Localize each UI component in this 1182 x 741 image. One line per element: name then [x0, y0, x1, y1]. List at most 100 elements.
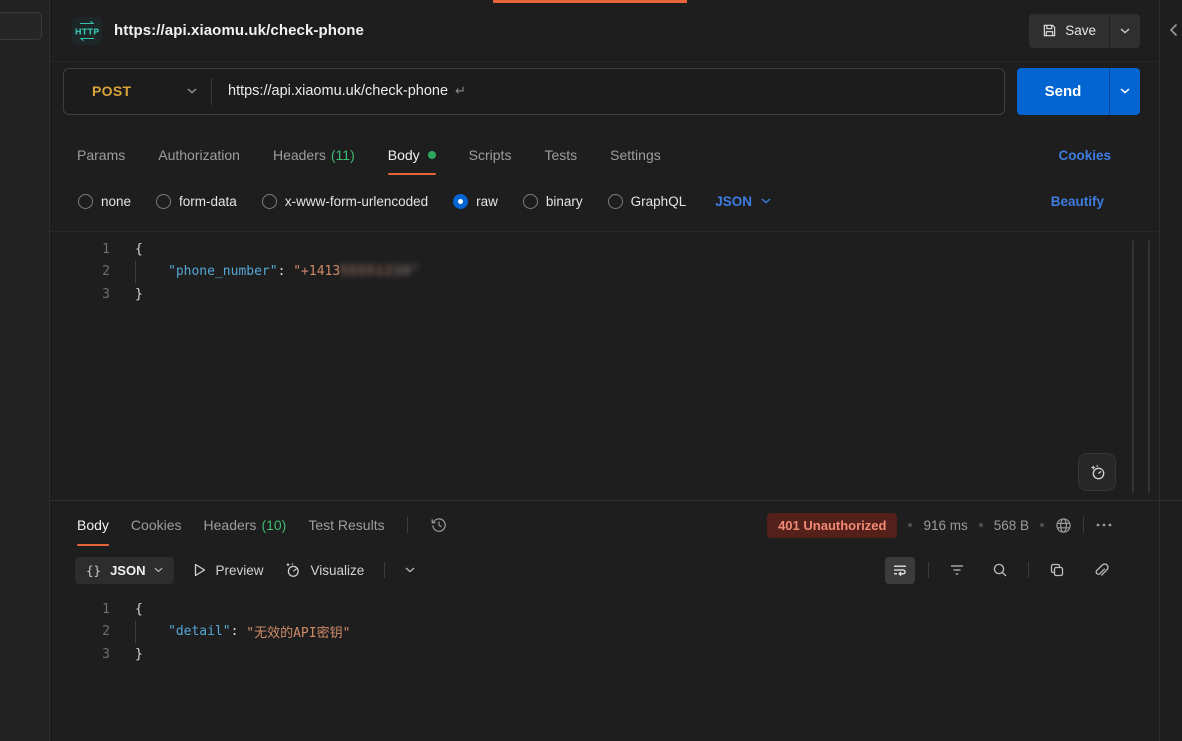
- radio-icon: [608, 194, 623, 209]
- beautify-link[interactable]: Beautify: [1051, 194, 1104, 209]
- radio-label: none: [101, 194, 131, 209]
- body-type-form-data[interactable]: form-data: [156, 194, 237, 209]
- status-badge[interactable]: 401 Unauthorized: [767, 513, 897, 538]
- response-header: Body Cookies Headers(10) Test Results 401 U…: [51, 501, 1159, 549]
- request-tab-scripts[interactable]: Scripts: [469, 132, 512, 178]
- editor-panel-edge: [1148, 240, 1150, 493]
- link-icon[interactable]: [1085, 557, 1115, 584]
- tab-count: (10): [261, 517, 286, 533]
- response-tab-headers[interactable]: Headers(10): [204, 501, 287, 549]
- visualize-button[interactable]: Visualize: [283, 561, 364, 579]
- line-number: 1: [51, 602, 110, 617]
- postbot-assistant-button[interactable]: [1078, 453, 1116, 491]
- token-string: "无效的API密钥": [246, 622, 350, 641]
- response-view-tools: [885, 550, 1115, 590]
- request-url-bar: POST https://api.xiaomu.uk/check-phone ↵…: [51, 62, 1159, 120]
- sidebar-tab-stub[interactable]: [0, 12, 42, 40]
- radio-icon: [156, 194, 171, 209]
- token-string-redacted: 555512: [340, 264, 393, 279]
- tools-divider: [928, 562, 929, 578]
- chevron-down-icon[interactable]: [405, 567, 415, 573]
- save-options-button[interactable]: [1110, 14, 1140, 48]
- url-input[interactable]: https://api.xiaomu.uk/check-phone: [212, 83, 448, 99]
- request-tab-params[interactable]: Params: [77, 132, 125, 178]
- request-tab-authorization[interactable]: Authorization: [158, 132, 240, 178]
- indent-guide: [135, 621, 136, 644]
- save-icon: [1042, 23, 1057, 38]
- token-key: "phone_number": [168, 264, 278, 279]
- response-format-select[interactable]: {} JSON: [75, 557, 174, 584]
- radio-label: binary: [546, 194, 583, 209]
- history-icon[interactable]: [430, 516, 448, 534]
- response-tab-test-results[interactable]: Test Results: [308, 501, 384, 549]
- http-protocol-icon: HTTP: [72, 17, 102, 45]
- radio-icon: [453, 194, 468, 209]
- body-type-binary[interactable]: binary: [523, 194, 583, 209]
- network-globe-icon[interactable]: [1055, 517, 1072, 534]
- body-type-raw[interactable]: raw: [453, 194, 498, 209]
- filter-icon[interactable]: [942, 557, 972, 584]
- response-toolbar: {} JSON Preview Visualize: [51, 550, 1159, 590]
- editor-scrollbar[interactable]: [1132, 240, 1134, 493]
- tab-label: Authorization: [158, 147, 240, 163]
- save-button[interactable]: Save: [1029, 14, 1109, 48]
- token-punct: {: [135, 602, 143, 617]
- code-line: 2"detail": "无效的API密钥": [51, 621, 1159, 644]
- cookies-link[interactable]: Cookies: [1058, 132, 1111, 178]
- radio-icon: [523, 194, 538, 209]
- send-button-label: Send: [1045, 83, 1082, 100]
- body-type-x-www-form-urlencoded[interactable]: x-www-form-urlencoded: [262, 194, 428, 209]
- tab-label: Body: [77, 517, 109, 533]
- preview-button[interactable]: Preview: [194, 563, 263, 578]
- code-line: 1{: [51, 598, 1159, 621]
- request-tab-settings[interactable]: Settings: [610, 132, 661, 178]
- send-options-button[interactable]: [1110, 68, 1140, 115]
- code-line: 2"phone_number": "+141355551234": [51, 261, 1159, 284]
- radio-label: x-www-form-urlencoded: [285, 194, 428, 209]
- request-tab-tests[interactable]: Tests: [544, 132, 577, 178]
- radio-label: form-data: [179, 194, 237, 209]
- response-tab-cookies[interactable]: Cookies: [131, 501, 182, 549]
- svg-text:HTTP: HTTP: [75, 26, 99, 36]
- response-time[interactable]: 916 ms: [923, 518, 967, 533]
- separator-dot: [908, 523, 912, 527]
- search-icon[interactable]: [985, 557, 1015, 584]
- chevron-down-icon: [761, 198, 771, 204]
- token-punct: }: [135, 287, 143, 302]
- request-tab-body[interactable]: Body: [388, 132, 436, 178]
- method-selector[interactable]: POST: [64, 83, 211, 99]
- raw-language-select[interactable]: JSON: [715, 194, 771, 209]
- left-sidebar: [0, 0, 50, 741]
- tab-label: Params: [77, 147, 125, 163]
- token-punct: }: [135, 647, 143, 662]
- tab-label: Settings: [610, 147, 661, 163]
- separator-dot: [1040, 523, 1044, 527]
- modified-dot-icon: [428, 151, 436, 159]
- code-line: 3}: [51, 283, 1159, 306]
- response-tabs: Body Cookies Headers(10) Test Results: [77, 501, 385, 549]
- body-type-none[interactable]: none: [78, 194, 131, 209]
- request-tab-headers[interactable]: Headers(11): [273, 132, 355, 178]
- save-split-button: Save: [1029, 14, 1140, 48]
- token-punct: :: [231, 624, 247, 639]
- tab-label: Body: [388, 147, 420, 163]
- body-type-graphql[interactable]: GraphQL: [608, 194, 687, 209]
- separator-dot: [979, 523, 983, 527]
- response-body-editor[interactable]: 1{2"detail": "无效的API密钥"3}: [51, 592, 1159, 741]
- collapse-panel-icon[interactable]: [1169, 23, 1178, 37]
- line-number: 3: [51, 287, 110, 302]
- request-title: https://api.xiaomu.uk/check-phone: [114, 22, 364, 39]
- radio-label: GraphQL: [631, 194, 687, 209]
- line-number: 1: [51, 242, 110, 257]
- response-size[interactable]: 568 B: [994, 518, 1029, 533]
- wrap-text-button[interactable]: [885, 557, 915, 584]
- tab-count: (11): [331, 147, 355, 163]
- copy-icon[interactable]: [1042, 557, 1072, 584]
- more-options-icon[interactable]: [1095, 522, 1113, 528]
- request-body-editor[interactable]: 1{2"phone_number": "+141355551234"3}: [51, 231, 1159, 500]
- format-label: JSON: [110, 563, 145, 578]
- response-tab-body[interactable]: Body: [77, 501, 109, 549]
- url-input-container: POST https://api.xiaomu.uk/check-phone ↵: [63, 68, 1005, 115]
- send-button[interactable]: Send: [1017, 68, 1109, 115]
- chevron-down-icon: [154, 567, 163, 573]
